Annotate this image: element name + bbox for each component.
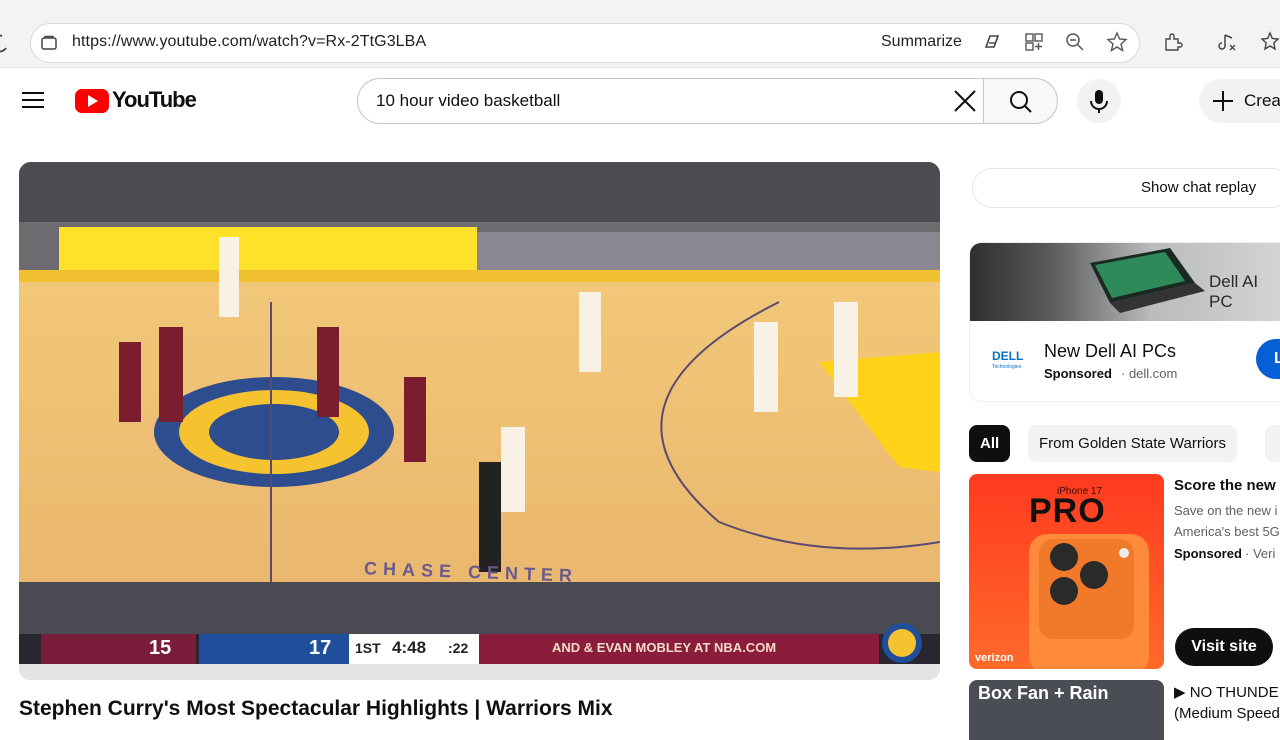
ad-domain: · dell.com xyxy=(1121,366,1178,381)
zoom-out-icon[interactable] xyxy=(1064,31,1086,53)
show-chat-replay-label[interactable]: Show chat replay xyxy=(1141,179,1256,196)
thumb-verizon-brand: verizon xyxy=(975,652,1014,664)
microphone-icon xyxy=(1090,90,1108,113)
ad-sponsored-label: Sponsored xyxy=(1044,366,1112,381)
summarize-button[interactable]: Summarize xyxy=(881,33,962,51)
home-score: 17 xyxy=(309,637,332,659)
plus-icon xyxy=(1213,91,1233,111)
media-icon[interactable] xyxy=(1216,31,1238,53)
youtube-logo-icon[interactable] xyxy=(75,89,109,113)
video-frame xyxy=(19,162,940,680)
hamburger-menu-icon[interactable] xyxy=(22,90,44,110)
rec-title[interactable]: Score the new xyxy=(1174,477,1276,494)
voice-search-button[interactable] xyxy=(1077,79,1121,123)
thumb-box-fan-text: Box Fan + Rain xyxy=(978,683,1109,703)
visit-site-button[interactable]: Visit site xyxy=(1175,628,1273,666)
thumb-pro-label: PRO xyxy=(1029,492,1106,530)
game-clock: 4:48 xyxy=(392,638,427,657)
chip-all[interactable]: All xyxy=(969,425,1011,462)
site-info-icon[interactable] xyxy=(40,34,58,52)
rec2-subtitle: (Medium Speed xyxy=(1174,705,1280,722)
ad-banner-text: Dell AI PC xyxy=(1209,272,1259,311)
rec-thumbnail-verizon[interactable]: iPhone 17 PRO verizon xyxy=(969,474,1164,669)
clear-search-icon[interactable] xyxy=(952,88,978,114)
search-icon xyxy=(1010,91,1032,113)
search-button[interactable] xyxy=(983,78,1058,124)
scoreboard-ticker: AND & EVAN MOBLEY AT NBA.COM xyxy=(552,640,777,655)
extensions-icon[interactable] xyxy=(1162,31,1184,53)
dell-logo-icon: DELL Technologies xyxy=(988,340,1028,374)
chip-golden-state-warriors[interactable]: From Golden State Warriors xyxy=(1028,425,1237,462)
video-title: Stephen Curry's Most Spectacular Highlig… xyxy=(19,697,613,720)
ad-cta-label: L xyxy=(1274,350,1280,367)
youtube-wordmark[interactable]: YouTube xyxy=(112,87,197,113)
away-score: 15 xyxy=(149,637,172,659)
quarter-label: 1ST xyxy=(355,640,381,656)
reload-icon[interactable] xyxy=(0,30,12,54)
svg-text:Technologies: Technologies xyxy=(992,364,1022,370)
iphone-image xyxy=(1029,534,1149,669)
rec-sponsor-domain: · Veri xyxy=(1245,546,1276,561)
rec-desc-line1: Save on the new i xyxy=(1174,503,1278,518)
url-text[interactable]: https://www.youtube.com/watch?v=Rx-2TtG3… xyxy=(72,33,426,51)
app-grid-icon[interactable] xyxy=(1023,31,1045,53)
video-player[interactable]: 15 17 1ST 4:48 :22 AND & EVAN MOBLEY AT … xyxy=(19,162,940,680)
rec-sponsored-label: Sponsored xyxy=(1174,546,1242,561)
favorites-icon[interactable] xyxy=(1260,31,1280,53)
rec-desc-line2: America's best 5G xyxy=(1174,524,1280,539)
copilot-icon[interactable] xyxy=(981,31,1003,53)
create-label[interactable]: Creat xyxy=(1244,91,1280,111)
chip-next[interactable] xyxy=(1265,425,1280,462)
shot-clock: :22 xyxy=(448,640,469,656)
ad-title[interactable]: New Dell AI PCs xyxy=(1044,341,1176,362)
favorite-star-icon[interactable] xyxy=(1106,31,1128,53)
svg-text:DELL: DELL xyxy=(992,349,1023,363)
rec2-title[interactable]: ▶ NO THUNDE xyxy=(1174,683,1279,701)
search-query-text[interactable]: 10 hour video basketball xyxy=(376,91,560,111)
